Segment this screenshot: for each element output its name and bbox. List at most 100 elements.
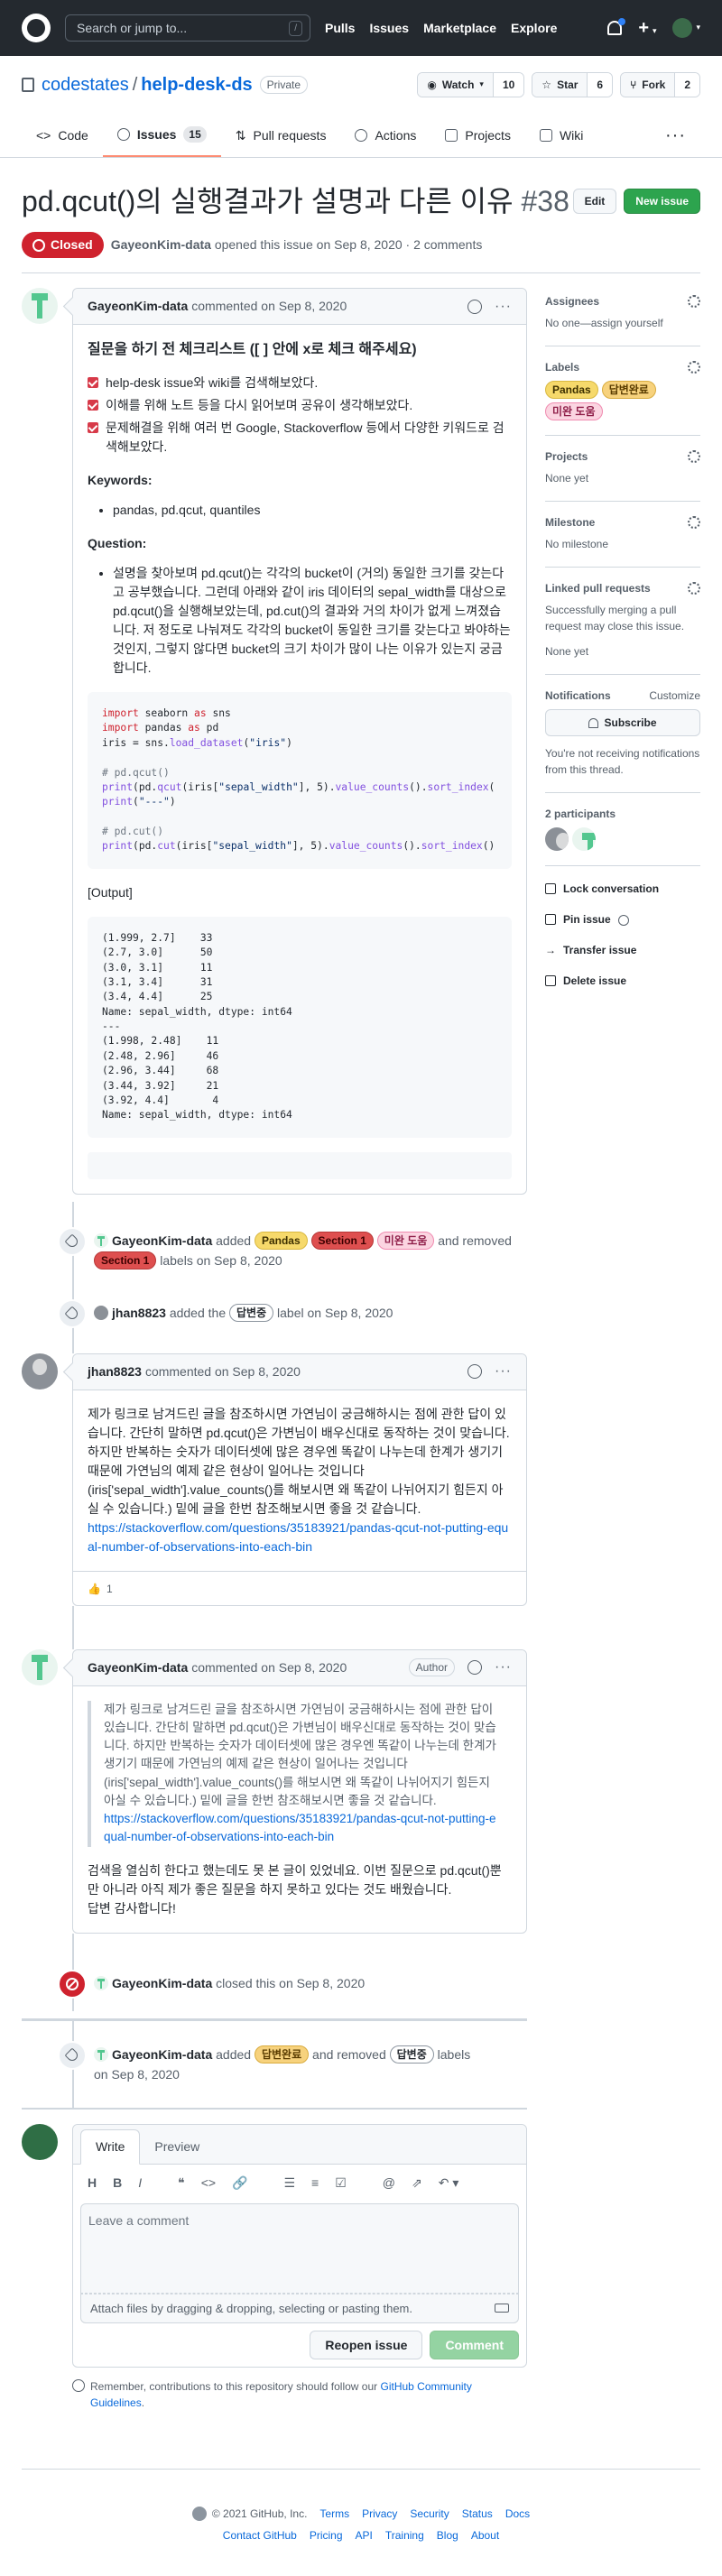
nav-explore[interactable]: Explore bbox=[511, 19, 557, 38]
lock-conversation-button[interactable]: Lock conversation bbox=[545, 873, 700, 904]
notifications-bell-icon[interactable] bbox=[607, 18, 626, 35]
create-new-menu[interactable]: + ▾ bbox=[638, 14, 656, 42]
avatar[interactable] bbox=[22, 1648, 58, 1685]
repo-owner-link[interactable]: codestates bbox=[42, 71, 129, 98]
label-section-1-removed[interactable]: Section 1 bbox=[94, 1251, 157, 1270]
label-answered[interactable]: 답변완료 bbox=[601, 381, 656, 399]
quote-icon[interactable]: ❝ bbox=[178, 2174, 185, 2193]
comment-author[interactable]: GayeonKim-data bbox=[88, 297, 188, 316]
event-date-text[interactable]: labels on Sep 8, 2020 bbox=[160, 1253, 282, 1268]
label-in-progress[interactable]: 답변중 bbox=[229, 1303, 274, 1322]
gear-icon[interactable] bbox=[688, 361, 700, 374]
transfer-issue-button[interactable]: → Transfer issue bbox=[545, 935, 700, 965]
label-pandas[interactable]: Pandas bbox=[545, 381, 598, 399]
markdown-icon[interactable] bbox=[495, 2303, 509, 2313]
gear-icon[interactable] bbox=[688, 516, 700, 529]
comment-author[interactable]: jhan8823 bbox=[88, 1362, 142, 1381]
assignees-value[interactable]: No one—assign yourself bbox=[545, 315, 700, 331]
label-unanswered[interactable]: 미완 도움 bbox=[376, 1231, 435, 1250]
tab-issues[interactable]: Issues 15 bbox=[102, 114, 221, 157]
italic-icon[interactable]: I bbox=[138, 2174, 142, 2193]
nav-issues[interactable]: Issues bbox=[369, 19, 409, 38]
footer-link-about[interactable]: About bbox=[471, 2527, 499, 2544]
new-issue-button[interactable]: New issue bbox=[624, 189, 700, 214]
avatar[interactable] bbox=[94, 1975, 108, 1990]
nav-marketplace[interactable]: Marketplace bbox=[423, 19, 496, 38]
task-list-icon[interactable]: ☑ bbox=[335, 2174, 347, 2193]
event-actor[interactable]: GayeonKim-data bbox=[112, 1233, 212, 1248]
more-tabs-icon[interactable]: ··· bbox=[665, 114, 700, 157]
issue-author-link[interactable]: GayeonKim-data bbox=[111, 237, 211, 252]
comment-button[interactable]: Comment bbox=[430, 2331, 519, 2360]
comment-textarea[interactable]: Leave a comment bbox=[80, 2202, 519, 2294]
footer-link-blog[interactable]: Blog bbox=[437, 2527, 458, 2544]
linked-title[interactable]: Linked pull requests bbox=[545, 580, 651, 596]
star-button[interactable]: ☆ Star bbox=[532, 73, 588, 97]
stackoverflow-link[interactable]: https://stackoverflow.com/questions/3518… bbox=[104, 1812, 496, 1843]
nav-pulls[interactable]: Pulls bbox=[325, 19, 355, 38]
watch-count[interactable]: 10 bbox=[493, 73, 524, 97]
pin-issue-button[interactable]: Pin issue bbox=[545, 904, 700, 935]
tab-code[interactable]: <> Code bbox=[22, 114, 103, 157]
attach-files-area[interactable]: Attach files by dragging & dropping, sel… bbox=[80, 2293, 519, 2324]
label-pandas[interactable]: Pandas bbox=[254, 1231, 308, 1250]
kebab-menu-icon[interactable]: ··· bbox=[495, 1657, 512, 1678]
user-menu[interactable]: ▾ bbox=[672, 18, 700, 38]
tab-pull-requests[interactable]: ⇅ Pull requests bbox=[221, 114, 341, 157]
label-section-1[interactable]: Section 1 bbox=[310, 1231, 374, 1250]
footer-link-privacy[interactable]: Privacy bbox=[362, 2506, 397, 2522]
checkbox-checked-icon[interactable] bbox=[88, 422, 98, 433]
numbered-list-icon[interactable]: ≡ bbox=[311, 2174, 319, 2193]
projects-title[interactable]: Projects bbox=[545, 448, 588, 465]
footer-link-terms[interactable]: Terms bbox=[319, 2506, 349, 2522]
repo-name-link[interactable]: help-desk-ds bbox=[141, 71, 252, 98]
heading-icon[interactable]: H bbox=[88, 2174, 97, 2193]
gear-icon[interactable] bbox=[688, 450, 700, 463]
stackoverflow-link[interactable]: https://stackoverflow.com/questions/3518… bbox=[88, 1520, 508, 1554]
tab-write[interactable]: Write bbox=[80, 2128, 141, 2165]
milestone-title[interactable]: Milestone bbox=[545, 514, 595, 531]
fork-count[interactable]: 2 bbox=[675, 73, 699, 97]
fork-button[interactable]: ⑂ Fork bbox=[621, 73, 676, 97]
tab-wiki[interactable]: Wiki bbox=[525, 114, 597, 157]
checkbox-checked-icon[interactable] bbox=[88, 400, 98, 411]
smiley-icon[interactable] bbox=[467, 1364, 483, 1380]
label-unanswered[interactable]: 미완 도움 bbox=[545, 402, 603, 420]
thumbs-up-reaction[interactable]: 👍 1 bbox=[88, 1581, 113, 1597]
event-actor[interactable]: jhan8823 bbox=[112, 1306, 166, 1320]
kebab-menu-icon[interactable]: ··· bbox=[495, 1361, 512, 1382]
search-input[interactable]: Search or jump to... / bbox=[65, 14, 310, 42]
tab-projects[interactable]: Projects bbox=[430, 114, 525, 157]
avatar[interactable] bbox=[94, 1233, 108, 1248]
avatar[interactable] bbox=[545, 827, 569, 851]
comment-timestamp[interactable]: commented on Sep 8, 2020 bbox=[145, 1362, 301, 1381]
avatar[interactable] bbox=[572, 827, 596, 851]
assignees-title[interactable]: Assignees bbox=[545, 293, 599, 309]
gear-icon[interactable] bbox=[688, 582, 700, 595]
footer-link-api[interactable]: API bbox=[356, 2527, 373, 2544]
footer-link-training[interactable]: Training bbox=[385, 2527, 424, 2544]
code-icon[interactable]: <> bbox=[201, 2174, 216, 2193]
footer-link-security[interactable]: Security bbox=[410, 2506, 449, 2522]
comment-timestamp[interactable]: commented on Sep 8, 2020 bbox=[191, 297, 347, 316]
event-actor[interactable]: GayeonKim-data bbox=[112, 2047, 212, 2062]
footer-link-status[interactable]: Status bbox=[462, 2506, 493, 2522]
gear-icon[interactable] bbox=[688, 295, 700, 308]
github-logo-icon[interactable] bbox=[22, 14, 51, 42]
kebab-menu-icon[interactable]: ··· bbox=[495, 296, 512, 318]
label-answered[interactable]: 답변완료 bbox=[254, 2045, 310, 2064]
mention-icon[interactable]: @ bbox=[383, 2174, 395, 2193]
avatar[interactable] bbox=[94, 1305, 108, 1320]
event-date-text[interactable]: on Sep 8, 2020 bbox=[94, 2067, 180, 2082]
delete-issue-button[interactable]: Delete issue bbox=[545, 965, 700, 996]
subscribe-button[interactable]: Subscribe bbox=[545, 709, 700, 736]
event-actor[interactable]: GayeonKim-data bbox=[112, 1976, 212, 1990]
bulleted-list-icon[interactable]: ☰ bbox=[283, 2174, 295, 2193]
link-icon[interactable]: 🔗 bbox=[232, 2174, 247, 2193]
cross-reference-icon[interactable]: ⇗ bbox=[412, 2174, 422, 2193]
customize-link[interactable]: Customize bbox=[649, 688, 700, 704]
avatar[interactable] bbox=[22, 2123, 58, 2160]
comment-timestamp[interactable]: commented on Sep 8, 2020 bbox=[191, 1658, 347, 1677]
labels-title[interactable]: Labels bbox=[545, 359, 579, 375]
star-count[interactable]: 6 bbox=[588, 73, 613, 97]
